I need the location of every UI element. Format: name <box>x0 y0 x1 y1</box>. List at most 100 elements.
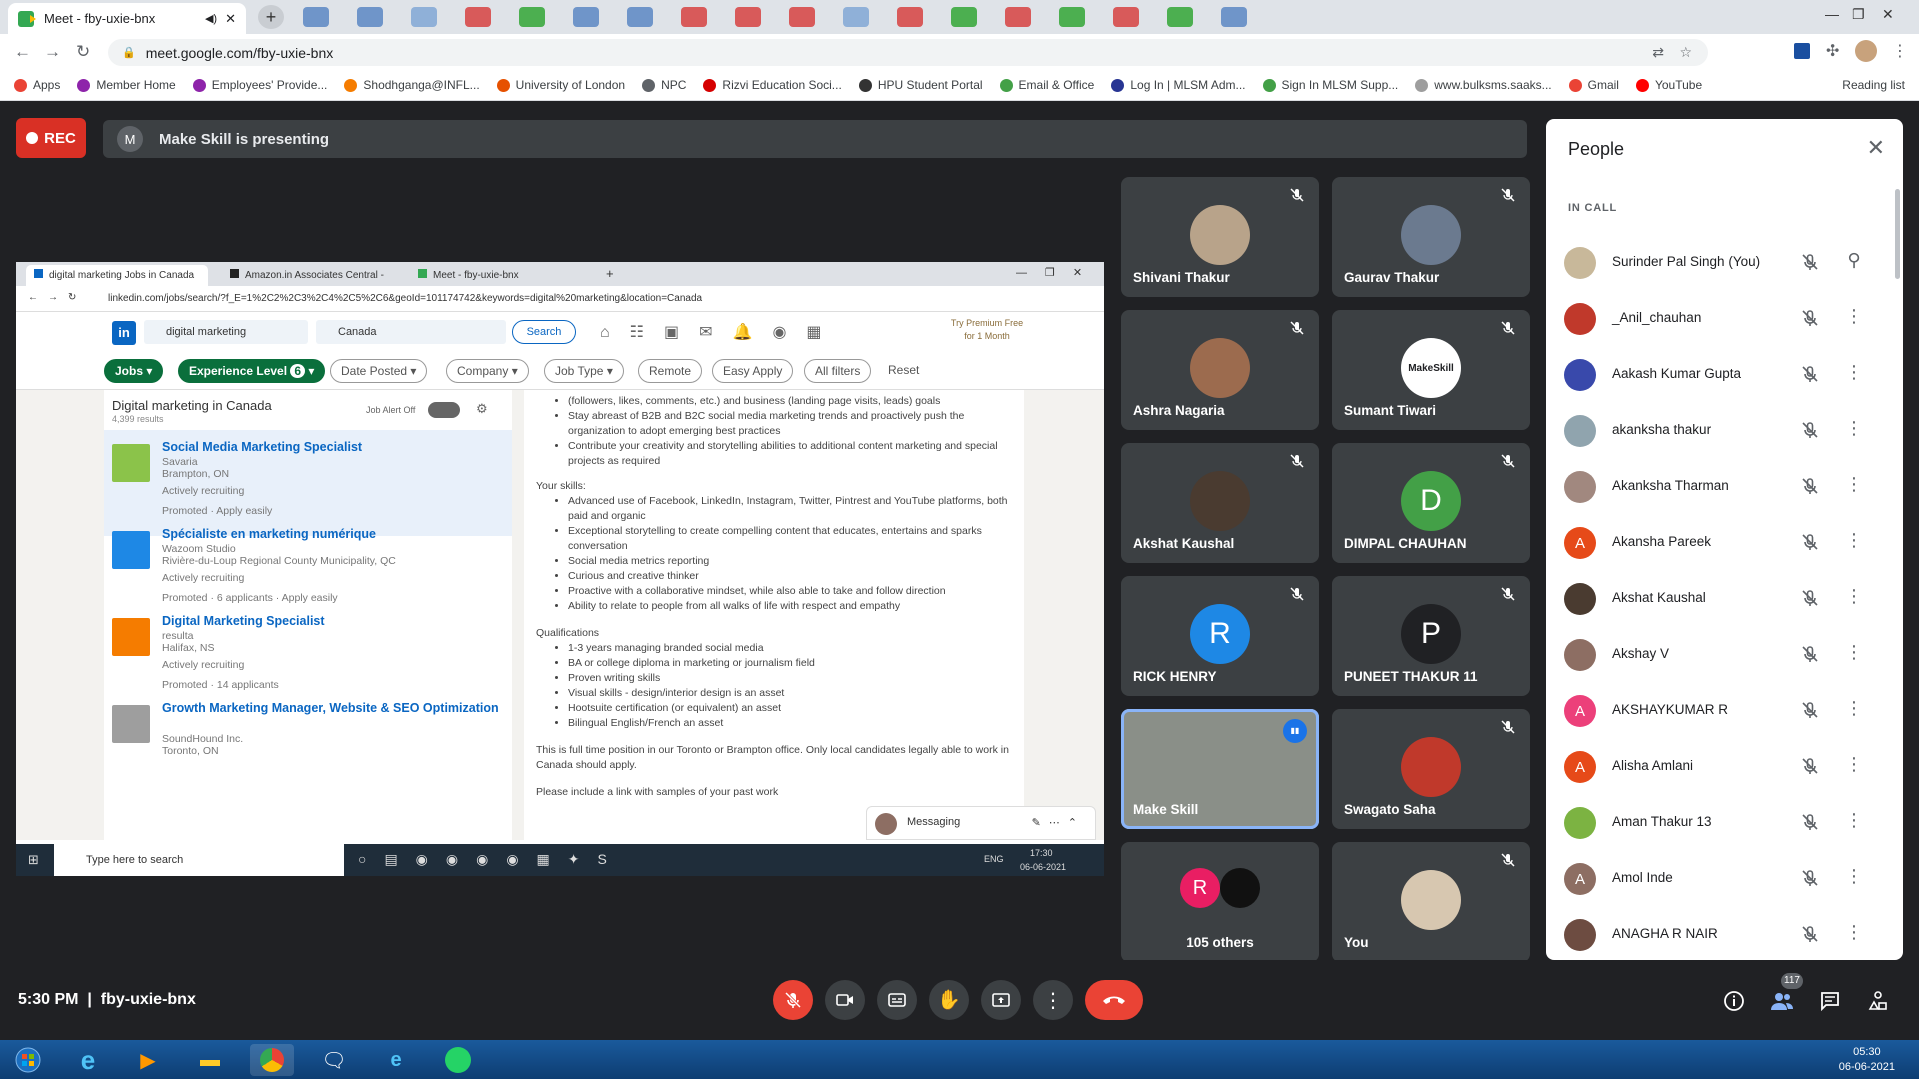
tab-icon[interactable] <box>1167 7 1193 27</box>
participant-tile[interactable]: MakeSkill Sumant Tiwari <box>1332 310 1530 430</box>
restore-button[interactable]: ❐ <box>1852 6 1865 23</box>
participant-row[interactable]: A Alisha Amlani ⋮ <box>1546 738 1903 794</box>
bookmark-item[interactable]: HPU Student Portal <box>858 78 983 92</box>
tab-icon[interactable] <box>1113 7 1139 27</box>
tab-icon[interactable] <box>411 7 437 27</box>
more-vert-icon[interactable]: ⋮ <box>1844 698 1864 719</box>
participant-tile[interactable]: R 105 others <box>1121 842 1319 962</box>
more-vert-icon[interactable]: ⋮ <box>1844 586 1864 607</box>
participant-row[interactable]: A Akansha Pareek ⋮ <box>1546 514 1903 570</box>
tab-icon[interactable] <box>843 7 869 27</box>
tab-icon[interactable] <box>951 7 977 27</box>
more-vert-icon[interactable]: ⋮ <box>1844 754 1864 775</box>
translate-icon[interactable]: ⇄ <box>1652 44 1664 61</box>
bookmark-item[interactable]: Shodhganga@INFL... <box>344 78 480 92</box>
forward-icon[interactable]: → <box>44 42 61 62</box>
captions-button[interactable] <box>877 980 917 1020</box>
tab-icon[interactable] <box>1005 7 1031 27</box>
panel-scrollbar[interactable] <box>1895 189 1900 279</box>
bookmark-item[interactable]: Log In | MLSM Adm... <box>1111 78 1246 92</box>
tab-meet[interactable]: Meet - fby-uxie-bnx ◀) ✕ <box>8 3 246 34</box>
bookmark-item[interactable]: NPC <box>642 78 686 92</box>
tab-icon[interactable] <box>789 7 815 27</box>
participant-tile[interactable]: R RICK HENRY <box>1121 576 1319 696</box>
minimize-button[interactable]: — <box>1825 6 1839 22</box>
more-vert-icon[interactable]: ⋮ <box>1844 530 1864 551</box>
camera-toggle-button[interactable] <box>825 980 865 1020</box>
bookmark-item[interactable]: Member Home <box>77 78 176 92</box>
activities-button[interactable] <box>1865 988 1891 1014</box>
more-vert-icon[interactable]: ⋮ <box>1844 922 1864 943</box>
taskbar-edge[interactable]: e <box>374 1044 418 1076</box>
puzzle-icon[interactable]: ✣ <box>1826 41 1839 61</box>
participant-tile[interactable]: Gaurav Thakur <box>1332 177 1530 297</box>
more-vert-icon[interactable]: ⋮ <box>1844 362 1864 383</box>
bookmark-item[interactable]: Rizvi Education Soci... <box>703 78 842 92</box>
close-tab-icon[interactable]: ✕ <box>225 11 236 27</box>
people-button[interactable] <box>1769 988 1795 1014</box>
bookmark-item[interactable]: Employees' Provide... <box>192 78 327 92</box>
taskbar-chrome[interactable] <box>250 1044 294 1076</box>
close-window-button[interactable]: ✕ <box>1882 6 1894 23</box>
new-tab-button[interactable]: + <box>258 5 284 29</box>
participant-tile[interactable]: Akshat Kaushal <box>1121 443 1319 563</box>
tab-icon[interactable] <box>1221 7 1247 27</box>
participant-tile[interactable]: Shivani Thakur <box>1121 177 1319 297</box>
taskbar-chat-app[interactable]: 🗨 <box>312 1044 356 1076</box>
participant-row[interactable]: A AKSHAYKUMAR R ⋮ <box>1546 682 1903 738</box>
participant-tile[interactable]: Make Skill ▮▮ <box>1121 709 1319 829</box>
participant-row[interactable]: Akshat Kaushal ⋮ <box>1546 570 1903 626</box>
menu-icon[interactable]: ⋮ <box>1892 41 1908 61</box>
taskbar-whatsapp[interactable] <box>436 1044 480 1076</box>
chat-button[interactable] <box>1817 988 1843 1014</box>
participant-row[interactable]: ANAGHA R NAIR ⋮ <box>1546 906 1903 960</box>
tab-icon[interactable] <box>519 7 545 27</box>
taskbar-media[interactable]: ▶ <box>126 1044 170 1076</box>
participant-row[interactable]: akanksha thakur ⋮ <box>1546 402 1903 458</box>
tab-icon[interactable] <box>627 7 653 27</box>
reload-icon[interactable]: ↻ <box>76 42 90 62</box>
bookmark-star-icon[interactable]: ☆ <box>1679 44 1692 61</box>
system-clock[interactable]: 05:30 06-06-2021 <box>1839 1045 1895 1075</box>
start-button[interactable] <box>6 1044 50 1076</box>
tab-icon[interactable] <box>897 7 923 27</box>
profile-avatar[interactable] <box>1855 40 1877 62</box>
participant-tile[interactable]: You <box>1332 842 1530 962</box>
more-options-button[interactable]: ⋮ <box>1033 980 1073 1020</box>
reading-list-button[interactable]: Reading list <box>1842 78 1905 92</box>
bookmark-item[interactable]: Sign In MLSM Supp... <box>1262 78 1398 92</box>
address-bar[interactable]: 🔒 meet.google.com/fby-uxie-bnx ⇄ ☆ <box>108 39 1708 66</box>
mic-toggle-button[interactable] <box>773 980 813 1020</box>
bookmark-item[interactable]: Email & Office <box>999 78 1094 92</box>
participant-row[interactable]: Surinder Pal Singh (You) ⚲ <box>1546 234 1903 290</box>
taskbar-explorer[interactable]: ▬ <box>188 1044 232 1076</box>
bookmark-item[interactable]: University of London <box>496 78 625 92</box>
participant-row[interactable]: Akshay V ⋮ <box>1546 626 1903 682</box>
tab-icon[interactable] <box>465 7 491 27</box>
taskbar-ie[interactable]: e <box>66 1044 110 1076</box>
raise-hand-button[interactable]: ✋ <box>929 980 969 1020</box>
participant-row[interactable]: Aakash Kumar Gupta ⋮ <box>1546 346 1903 402</box>
bookmark-item[interactable]: YouTube <box>1635 78 1702 92</box>
bookmark-item[interactable]: Apps <box>14 78 60 92</box>
present-button[interactable] <box>981 980 1021 1020</box>
participant-row[interactable]: _Anil_chauhan ⋮ <box>1546 290 1903 346</box>
more-vert-icon[interactable]: ⋮ <box>1844 810 1864 831</box>
bookmark-item[interactable]: www.bulksms.saaks... <box>1415 78 1552 92</box>
tab-icon[interactable] <box>1059 7 1085 27</box>
participant-tile[interactable]: D DIMPAL CHAUHAN <box>1332 443 1530 563</box>
tab-icon[interactable] <box>357 7 383 27</box>
tab-icon[interactable] <box>681 7 707 27</box>
participant-tile[interactable]: P PUNEET THAKUR 11 <box>1332 576 1530 696</box>
close-panel-button[interactable]: ✕ <box>1867 135 1885 161</box>
more-vert-icon[interactable]: ⋮ <box>1844 642 1864 663</box>
extension-icon[interactable] <box>1794 43 1810 59</box>
more-vert-icon[interactable]: ⋮ <box>1844 306 1864 327</box>
tab-icon[interactable] <box>573 7 599 27</box>
bookmark-item[interactable]: Gmail <box>1568 78 1619 92</box>
tab-icon[interactable] <box>303 7 329 27</box>
more-vert-icon[interactable]: ⋮ <box>1844 866 1864 887</box>
participant-row[interactable]: Akanksha Tharman ⋮ <box>1546 458 1903 514</box>
participant-tile[interactable]: Swagato Saha <box>1332 709 1530 829</box>
back-icon[interactable]: ← <box>14 42 31 62</box>
